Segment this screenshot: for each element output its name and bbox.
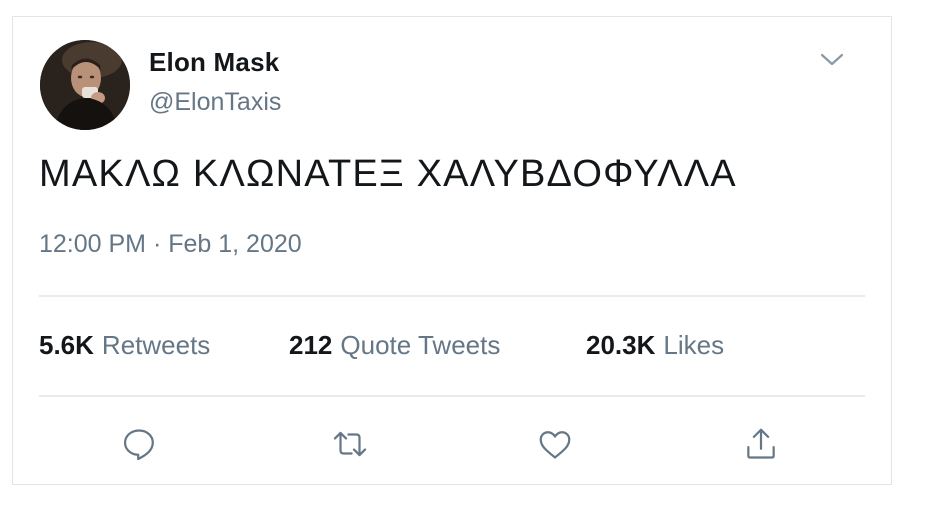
tweet-card: Elon Mask @ElonTaxis ΜΑΚΛΩ ΚΛΩΝΑΤΕΞ ΧΑΛΥ… (12, 16, 892, 485)
engagement-stats: 5.6K Retweets 212 Quote Tweets 20.3K Lik… (39, 330, 724, 361)
quote-tweets-label: Quote Tweets (340, 330, 501, 360)
reply-button[interactable] (115, 420, 163, 468)
retweets-label: Retweets (101, 330, 211, 360)
avatar-photo-icon (40, 40, 130, 130)
quote-tweets-count: 212 (289, 330, 333, 360)
more-options-button[interactable] (815, 47, 849, 73)
action-bar (13, 420, 891, 468)
chevron-down-icon (820, 53, 844, 66)
likes-count: 20.3K (586, 330, 656, 360)
like-button[interactable] (531, 420, 579, 468)
retweets-count: 5.6K (39, 330, 94, 360)
retweet-icon (333, 431, 367, 457)
tweet-timestamp[interactable]: 12:00 PM · Feb 1, 2020 (39, 230, 302, 259)
author-handle[interactable]: @ElonTaxis (149, 88, 281, 117)
divider (39, 295, 865, 297)
reply-icon (123, 429, 154, 461)
avatar[interactable] (40, 40, 130, 130)
share-button[interactable] (737, 420, 785, 468)
quote-tweets-stat[interactable]: 212 Quote Tweets (289, 330, 586, 361)
likes-stat[interactable]: 20.3K Likes (586, 330, 724, 361)
retweets-stat[interactable]: 5.6K Retweets (39, 330, 289, 361)
author-name[interactable]: Elon Mask (149, 47, 279, 78)
retweet-button[interactable] (326, 420, 374, 468)
tweet-text: ΜΑΚΛΩ ΚΛΩΝΑΤΕΞ ΧΑΛΥΒΔΟΦΥΛΛΑ (39, 153, 737, 195)
likes-label: Likes (663, 330, 725, 360)
share-icon (747, 428, 775, 459)
divider (39, 395, 865, 397)
like-icon (539, 431, 571, 459)
